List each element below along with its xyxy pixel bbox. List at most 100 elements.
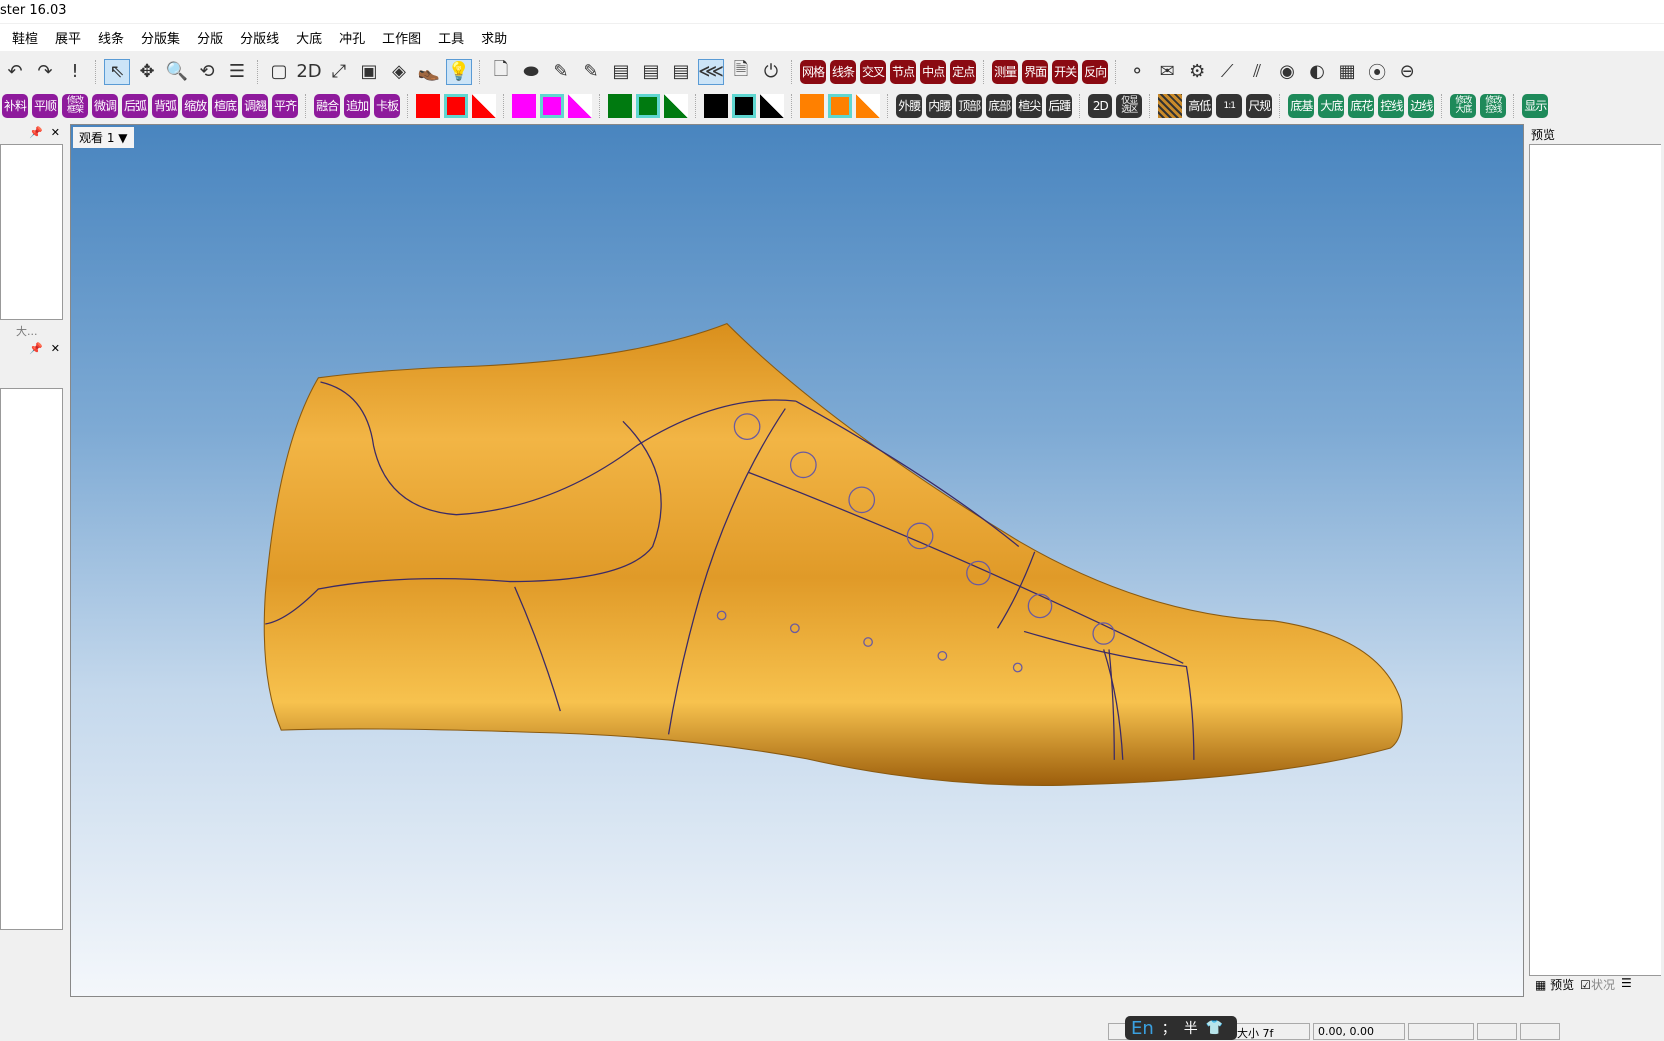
toolbar-button-toolbar1-red_buttons-2[interactable]: 交叉 bbox=[860, 59, 887, 84]
frame-icon[interactable]: ▢ bbox=[266, 59, 292, 85]
toolbar-button-toolbar1-red_buttons2-3[interactable]: 反向 bbox=[1082, 59, 1109, 84]
color-swatch-triangle[interactable] bbox=[856, 94, 881, 118]
toolbar-button-toolbar2-purple_buttons-4[interactable]: 后弧 bbox=[122, 94, 149, 118]
layers-icon[interactable]: ☰ bbox=[224, 59, 250, 85]
toolbar-button-toolbar2-purple_buttons-9[interactable]: 平齐 bbox=[272, 94, 299, 118]
color-swatch-outlined[interactable] bbox=[732, 94, 757, 118]
color-swatch[interactable] bbox=[512, 94, 537, 118]
toolbar-button-toolbar2-green_buttons-0[interactable]: 底基 bbox=[1288, 94, 1315, 118]
shoe-icon[interactable]: 👞 bbox=[416, 59, 442, 85]
ime-indicator[interactable]: En ； 半 👕 bbox=[1125, 1016, 1237, 1040]
view-selector[interactable]: 观看 1 ▼ bbox=[73, 127, 134, 148]
toolbar-button-toolbar2-purple_buttons2-0[interactable]: 融合 bbox=[314, 94, 341, 118]
toolbar-button-toolbar2-purple_buttons-8[interactable]: 调翘 bbox=[242, 94, 269, 118]
document-icon[interactable]: 🗎 bbox=[728, 59, 754, 85]
mail-icon[interactable]: ✉ bbox=[1154, 59, 1180, 85]
panel-tab-sole[interactable]: 大... bbox=[16, 325, 38, 338]
pin-icon[interactable]: 📌 bbox=[29, 342, 43, 355]
toolbar-button-toolbar2-purple_buttons2-1[interactable]: 追加 bbox=[344, 94, 371, 118]
toolbar-button-toolbar2-purple_buttons-7[interactable]: 楦底 bbox=[212, 94, 239, 118]
color-wheel-icon[interactable]: ◉ bbox=[1274, 59, 1300, 85]
menu-last[interactable]: 鞋楦 bbox=[12, 28, 38, 47]
alert-icon[interactable]: ! bbox=[62, 59, 88, 85]
toolbar-button-toolbar2-gray_buttons-4[interactable]: 楦尖 bbox=[1016, 94, 1043, 118]
3d-viewport[interactable]: 观看 1 ▼ bbox=[70, 124, 1524, 997]
menu-punch[interactable]: 冲孔 bbox=[339, 28, 365, 47]
undo-icon[interactable]: ↶ bbox=[2, 59, 28, 85]
hatch-icon[interactable] bbox=[1158, 94, 1183, 118]
toolbar-button-toolbar2-green_buttons2-0[interactable]: 修改大底 bbox=[1450, 94, 1477, 118]
tab-preview[interactable]: ▦ 预览 bbox=[1535, 976, 1574, 993]
heel-add2-icon[interactable]: ⫽ bbox=[1244, 59, 1270, 85]
menu-pattern[interactable]: 分版 bbox=[197, 28, 223, 47]
fit-icon[interactable]: ⤢ bbox=[326, 59, 352, 85]
color-swatch-triangle[interactable] bbox=[568, 94, 593, 118]
redo-icon[interactable]: ↷ bbox=[32, 59, 58, 85]
toolbar-button-toolbar2-purple_buttons-1[interactable]: 平顺 bbox=[32, 94, 59, 118]
close-icon[interactable]: ✕ bbox=[51, 126, 60, 139]
menu-help[interactable]: 求助 bbox=[481, 28, 507, 47]
fold3-icon[interactable]: ▤ bbox=[668, 59, 694, 85]
toolbar-button-toolbar2-gray_buttons-3[interactable]: 底部 bbox=[986, 94, 1013, 118]
menu-drawing[interactable]: 工作图 bbox=[382, 28, 421, 47]
traffic-icon[interactable]: ⦿ bbox=[1364, 59, 1390, 85]
cut-last2-icon[interactable]: ✎ bbox=[578, 59, 604, 85]
toolbar-button-toolbar2-gray_buttons-2[interactable]: 顶部 bbox=[956, 94, 983, 118]
select-arrow-icon[interactable]: ⇖ bbox=[104, 58, 130, 85]
toolbar-button-toolbar2-green_buttons-1[interactable]: 大底 bbox=[1318, 94, 1345, 118]
list-icon[interactable]: ☰ bbox=[1621, 976, 1632, 993]
toolbar-button-toolbar1-red_buttons-3[interactable]: 节点 bbox=[890, 59, 917, 84]
zoom-icon[interactable]: 🔍 bbox=[164, 59, 190, 85]
menu-tools[interactable]: 工具 bbox=[438, 28, 464, 47]
list-icon[interactable]: ▦ bbox=[1334, 59, 1360, 85]
toolbar-button-toolbar1-red_buttons2-1[interactable]: 界面 bbox=[1022, 59, 1049, 84]
color-swatch-outlined[interactable] bbox=[444, 94, 469, 118]
toolbar-button-toolbar2-green_buttons-3[interactable]: 控线 bbox=[1378, 94, 1405, 118]
bulb-icon[interactable]: 💡 bbox=[446, 58, 472, 85]
power-icon[interactable]: ⏻ bbox=[758, 59, 784, 85]
toolbar-button-toolbar2-green_buttons-4[interactable]: 边线 bbox=[1408, 94, 1435, 118]
pin-icon[interactable]: 📌 bbox=[29, 126, 43, 139]
move-icon[interactable]: ✥ bbox=[134, 59, 160, 85]
toolbar-button-toolbar2-purple_buttons2-2[interactable]: 卡板 bbox=[374, 94, 401, 118]
rotate-icon[interactable]: ⟲ bbox=[194, 59, 220, 85]
box-icon[interactable]: ▣ bbox=[356, 59, 382, 85]
color-swatch-triangle[interactable] bbox=[664, 94, 689, 118]
cut-last-icon[interactable]: ✎ bbox=[548, 59, 574, 85]
toolbar-button-toolbar2-gray_buttons3-1[interactable]: 1:1 bbox=[1216, 94, 1243, 118]
toolbar-button-toolbar2-gray_buttons3-2[interactable]: 尺规 bbox=[1246, 94, 1273, 118]
shapes-icon[interactable]: ◈ bbox=[386, 59, 412, 85]
toolbar-button-toolbar2-gray_buttons3-0[interactable]: 高低 bbox=[1186, 94, 1213, 118]
disc-icon[interactable]: ◐ bbox=[1304, 59, 1330, 85]
ruler-icon[interactable]: ⊖ bbox=[1394, 59, 1420, 85]
heel-add-icon[interactable]: ⟋ bbox=[1214, 59, 1240, 85]
menu-pattern-line[interactable]: 分版线 bbox=[240, 28, 279, 47]
color-swatch-triangle[interactable] bbox=[760, 94, 785, 118]
color-swatch-outlined[interactable] bbox=[636, 94, 661, 118]
color-swatch-triangle[interactable] bbox=[472, 94, 497, 118]
fold2-icon[interactable]: ▤ bbox=[638, 59, 664, 85]
color-swatch[interactable] bbox=[800, 94, 825, 118]
color-swatch[interactable] bbox=[608, 94, 633, 118]
menu-lines[interactable]: 线条 bbox=[98, 28, 124, 47]
toolbar-button-toolbar2-gray_buttons2-0[interactable]: 2D bbox=[1088, 94, 1113, 118]
toolbar-button-toolbar2-purple_buttons-0[interactable]: 补料 bbox=[2, 94, 29, 118]
color-swatch-outlined[interactable] bbox=[828, 94, 853, 118]
menu-flatten[interactable]: 展平 bbox=[55, 28, 81, 47]
color-swatch[interactable] bbox=[416, 94, 441, 118]
toolbar-button-toolbar1-red_buttons-5[interactable]: 定点 bbox=[950, 59, 977, 84]
menu-pattern-set[interactable]: 分版集 bbox=[141, 28, 180, 47]
page-icon[interactable]: 🗋 bbox=[488, 59, 514, 85]
toolbar-button-toolbar1-red_buttons-1[interactable]: 线条 bbox=[830, 59, 857, 84]
toolbar-button-toolbar2-green_buttons-2[interactable]: 底花 bbox=[1348, 94, 1375, 118]
color-swatch-outlined[interactable] bbox=[540, 94, 565, 118]
view-2d-icon[interactable]: 2D bbox=[296, 59, 322, 85]
toolbar-button-toolbar1-red_buttons2-0[interactable]: 测量 bbox=[992, 59, 1019, 84]
toolbar-button-toolbar2-green_buttons3-0[interactable]: 显示 bbox=[1522, 94, 1549, 118]
toolbar-button-toolbar2-gray_buttons2-1[interactable]: 仅显选区 bbox=[1116, 94, 1143, 118]
toolbar-button-toolbar2-gray_buttons-5[interactable]: 后踵 bbox=[1046, 94, 1073, 118]
toolbar-button-toolbar2-purple_buttons-5[interactable]: 背弧 bbox=[152, 94, 179, 118]
toolbar-button-toolbar2-purple_buttons-3[interactable]: 微调 bbox=[92, 94, 119, 118]
toolbar-button-toolbar2-gray_buttons-1[interactable]: 内腰 bbox=[926, 94, 953, 118]
close-icon[interactable]: ✕ bbox=[51, 342, 60, 355]
